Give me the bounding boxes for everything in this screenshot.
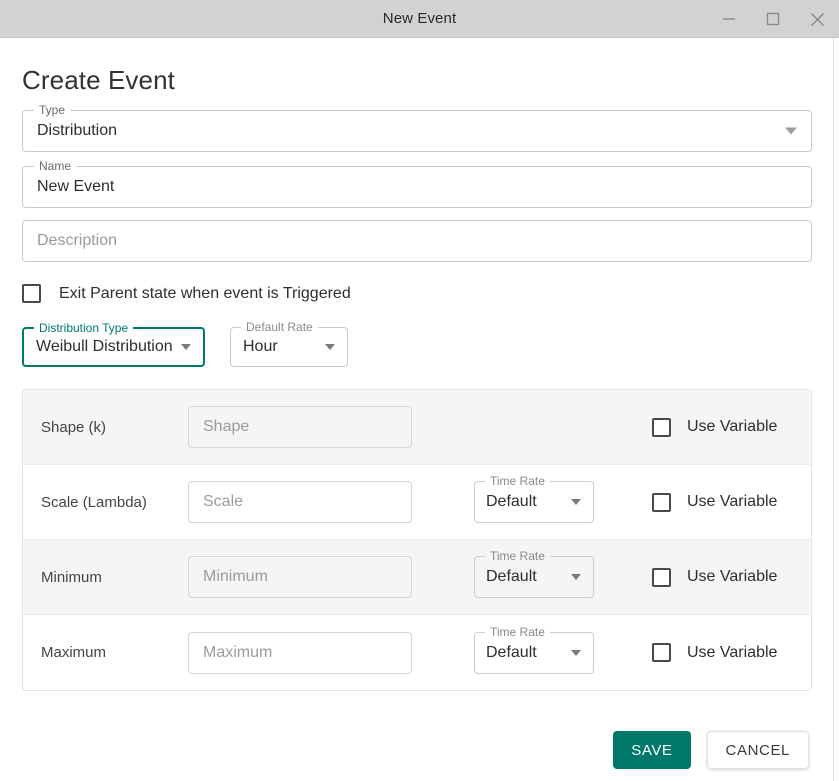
description-field[interactable]: Description — [22, 220, 812, 262]
window-controls — [707, 0, 839, 38]
use-variable-label: Use Variable — [687, 493, 778, 510]
save-button[interactable]: SAVE — [613, 731, 691, 769]
page-title: Create Event — [22, 65, 175, 95]
time-rate-select[interactable]: Time Rate Default — [474, 624, 594, 674]
default-rate-value: Hour — [243, 338, 278, 355]
exit-parent-checkbox[interactable] — [22, 284, 41, 303]
parameter-placeholder: Maximum — [203, 643, 273, 661]
default-rate-select[interactable]: Default Rate Hour — [230, 320, 348, 367]
chevron-down-icon — [181, 344, 191, 350]
type-select[interactable]: Type Distribution — [22, 103, 812, 152]
window-titlebar: New Event — [0, 0, 839, 38]
time-rate-label: Time Rate — [485, 474, 550, 488]
default-rate-label: Default Rate — [241, 320, 318, 334]
description-placeholder: Description — [37, 232, 118, 249]
use-variable-row[interactable]: Use Variable — [652, 492, 778, 512]
table-row: Maximum Maximum Time Rate Default Use Va… — [23, 615, 811, 690]
time-rate-value: Default — [486, 643, 537, 661]
chevron-down-icon — [571, 649, 581, 656]
type-value: Distribution — [37, 122, 118, 139]
table-row: Scale (Lambda) Scale Time Rate Default U… — [23, 465, 811, 540]
minimize-button[interactable] — [707, 0, 751, 38]
name-label: Name — [34, 159, 77, 173]
time-rate-slot: Time Rate Default — [474, 549, 594, 598]
use-variable-checkbox[interactable] — [652, 643, 671, 662]
distribution-type-select[interactable]: Distribution Type Weibull Distribution — [22, 321, 205, 367]
scrollbar-track[interactable] — [833, 38, 834, 781]
use-variable-row[interactable]: Use Variable — [652, 417, 778, 437]
parameter-name: Minimum — [41, 568, 102, 586]
distribution-type-value: Weibull Distribution — [36, 338, 173, 355]
use-variable-label: Use Variable — [687, 418, 778, 435]
use-variable-label: Use Variable — [687, 643, 778, 661]
time-rate-slot: Time Rate Default — [474, 624, 594, 674]
chevron-down-icon — [571, 574, 581, 580]
parameter-name: Scale (Lambda) — [41, 493, 147, 511]
use-variable-label: Use Variable — [687, 568, 778, 585]
parameter-input[interactable]: Maximum — [188, 631, 412, 674]
minimize-icon — [722, 12, 736, 26]
type-label: Type — [34, 103, 71, 117]
close-button[interactable] — [795, 0, 839, 38]
time-rate-label: Time Rate — [485, 549, 550, 563]
parameter-placeholder: Minimum — [203, 568, 268, 585]
parameter-input[interactable]: Shape — [188, 406, 412, 448]
time-rate-select[interactable]: Time Rate Default — [474, 474, 594, 523]
chevron-down-icon — [325, 344, 335, 350]
chevron-down-icon — [785, 127, 797, 135]
exit-parent-label: Exit Parent state when event is Triggere… — [59, 284, 351, 302]
time-rate-label: Time Rate — [485, 624, 550, 639]
parameter-placeholder: Shape — [203, 418, 250, 435]
cancel-button[interactable]: CANCEL — [706, 731, 809, 769]
table-row: Minimum Minimum Time Rate Default Use Va… — [23, 540, 811, 615]
maximize-button[interactable] — [751, 0, 795, 38]
parameter-input[interactable]: Minimum — [188, 556, 412, 598]
use-variable-checkbox[interactable] — [652, 567, 671, 587]
table-row: Shape (k) Shape Use Variable — [23, 390, 811, 465]
exit-parent-checkbox-row[interactable]: Exit Parent state when event is Triggere… — [22, 284, 839, 303]
chevron-down-icon — [571, 499, 581, 505]
use-variable-row[interactable]: Use Variable — [652, 643, 777, 662]
time-rate-slot: Time Rate Default — [474, 474, 594, 523]
time-rate-value: Default — [486, 568, 537, 585]
parameter-placeholder: Scale — [203, 493, 244, 510]
distribution-type-label: Distribution Type — [34, 321, 134, 335]
distribution-row: Distribution Type Weibull Distribution D… — [22, 320, 839, 367]
time-rate-value: Default — [486, 493, 537, 510]
close-icon — [810, 12, 825, 27]
parameters-panel: Shape (k) Shape Use Variable Scale (Lamb… — [22, 389, 812, 691]
dialog-body: Create Event Type Distribution Name New … — [0, 38, 839, 781]
parameter-name: Maximum — [41, 644, 107, 661]
use-variable-checkbox[interactable] — [652, 417, 671, 437]
name-value: New Event — [37, 178, 115, 195]
maximize-icon — [766, 12, 780, 26]
use-variable-checkbox[interactable] — [652, 492, 671, 512]
name-field[interactable]: Name New Event — [22, 159, 812, 208]
dialog-footer: SAVE CANCEL — [613, 731, 809, 769]
use-variable-row[interactable]: Use Variable — [652, 567, 778, 587]
window-title: New Event — [382, 10, 457, 27]
parameter-name: Shape (k) — [41, 418, 107, 436]
parameter-input[interactable]: Scale — [188, 481, 412, 523]
time-rate-select[interactable]: Time Rate Default — [474, 549, 594, 598]
